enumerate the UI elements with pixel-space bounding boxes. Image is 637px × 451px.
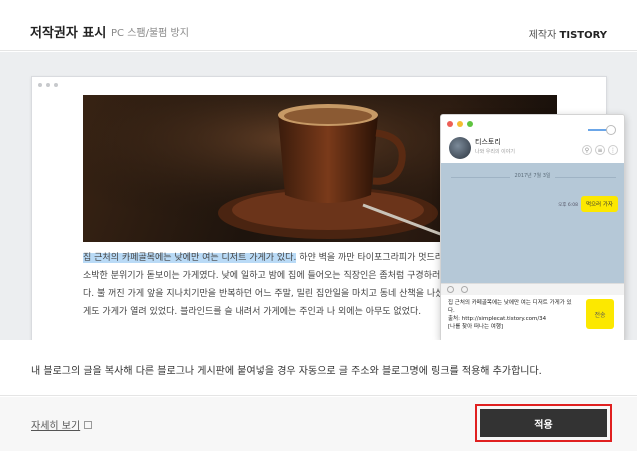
chat-header: 티스토리 나와 우리의 이야기 ⚲ ≡ ⋮ — [441, 115, 624, 163]
article-text: 집 근처의 카페골목에는 낮에만 여는 디저트 가게가 있다. 하얀 벽을 까만… — [83, 249, 488, 321]
chat-date: 2017년 7월 3일 — [510, 173, 555, 179]
description-section: 내 블로그의 글을 복사해 다른 블로그나 게시판에 붙여넣을 경우 자동으로 … — [0, 340, 637, 396]
slider-knob — [606, 125, 616, 135]
chat-window-mockup: 티스토리 나와 우리의 이야기 ⚲ ≡ ⋮ 2017년 7월 3일 오후 6:0… — [440, 114, 625, 340]
menu-icon: ≡ — [595, 145, 605, 155]
dialog-footer: 자세히 보기 적용 — [0, 397, 637, 451]
attach-icon — [461, 286, 468, 293]
chat-input-text: 집 근처의 카페골목에는 낮에만 여는 디저트 가게가 있다. 출처: http… — [448, 300, 572, 330]
learn-more-link[interactable]: 자세히 보기 — [31, 417, 93, 432]
maker-name: TISTORY — [559, 30, 607, 41]
dialog-subtitle: PC 스팸/불펌 방지 — [111, 28, 189, 39]
emoji-icon — [447, 286, 454, 293]
avatar — [449, 137, 471, 159]
maker-label: 제작자 — [528, 30, 557, 41]
traffic-lights-icon — [447, 121, 473, 127]
chat-header-icons: ⚲ ≡ ⋮ — [582, 145, 618, 155]
description-text: 내 블로그의 글을 복사해 다른 블로그나 게시판에 붙여넣을 경우 자동으로 … — [31, 366, 542, 377]
send-button: 전송 — [586, 299, 614, 329]
window-dots-icon — [38, 83, 58, 87]
article-highlight: 집 근처의 카페골목에는 낮에만 여는 디저트 가게가 있다. — [83, 253, 297, 263]
preview-area: 집 근처의 카페골목에는 낮에만 여는 디저트 가게가 있다. 하얀 벽을 까만… — [0, 52, 637, 340]
maker-info: 제작자 TISTORY — [529, 26, 607, 41]
chat-description: 나와 우리의 이야기 — [475, 149, 515, 155]
chat-toolbar — [441, 283, 624, 295]
chat-messages: 2017년 7월 3일 오후 6:08 먹으러 가자 — [441, 163, 624, 283]
message-time: 오후 6:08 — [558, 203, 578, 208]
search-icon: ⚲ — [582, 145, 592, 155]
apply-highlight-frame: 적용 — [475, 404, 612, 442]
chat-input: 집 근처의 카페골목에는 낮에만 여는 디저트 가게가 있다. 출처: http… — [441, 295, 624, 340]
more-icon: ⋮ — [608, 145, 618, 155]
apply-button[interactable]: 적용 — [480, 409, 607, 437]
external-link-icon — [84, 421, 93, 429]
dialog-title: 저작권자 표시 — [30, 26, 107, 41]
learn-more-label: 자세히 보기 — [31, 421, 81, 432]
browser-bar — [32, 77, 606, 95]
dialog-header: 저작권자 표시 PC 스팸/불펌 방지 제작자 TISTORY — [0, 0, 637, 51]
chat-name: 티스토리 — [475, 138, 501, 146]
message-bubble: 먹으러 가자 — [580, 196, 618, 212]
